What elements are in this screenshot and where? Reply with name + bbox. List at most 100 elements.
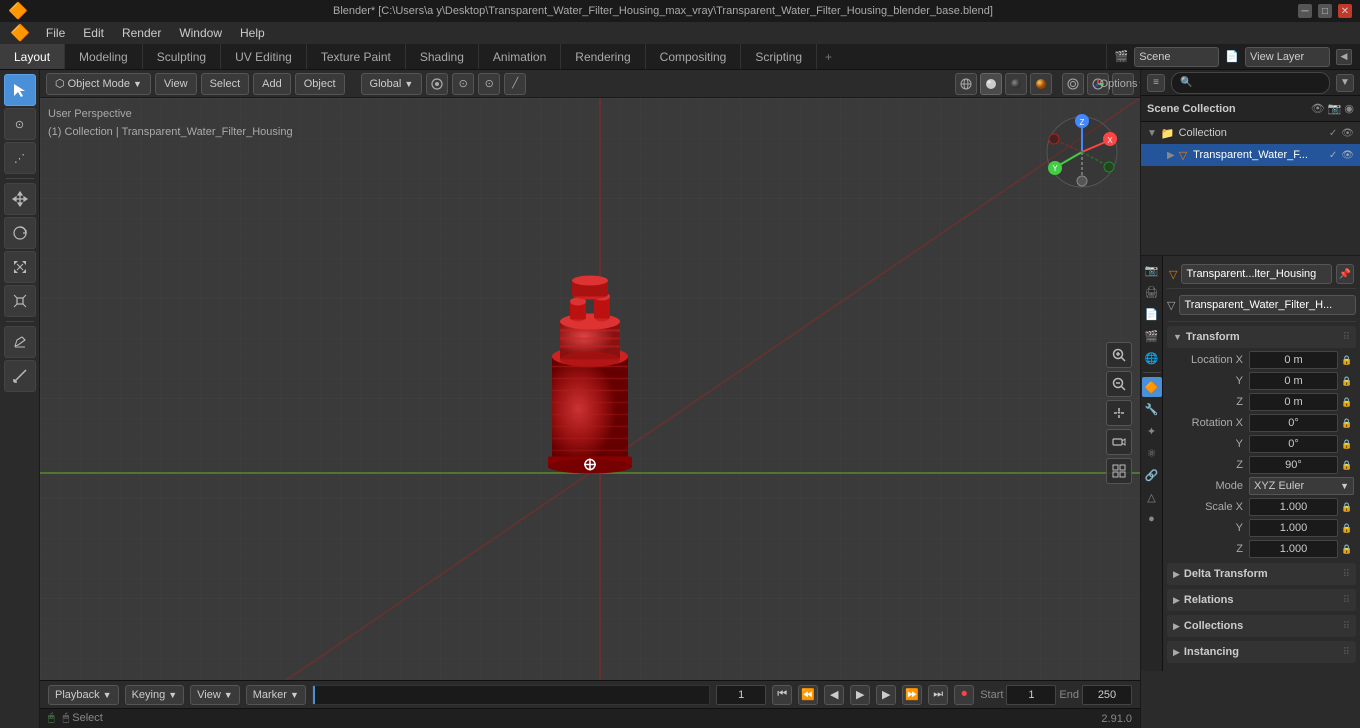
tab-layout[interactable]: Layout: [0, 44, 65, 69]
add-menu[interactable]: Add: [253, 73, 291, 95]
tab-animation[interactable]: Animation: [479, 44, 561, 69]
scale-x-field[interactable]: 1.000: [1249, 498, 1338, 516]
transport-next-button[interactable]: ⏩: [902, 685, 922, 705]
snap-toggle[interactable]: [426, 73, 448, 95]
record-button[interactable]: ⏺: [954, 685, 974, 705]
transform-orientation-dropdown[interactable]: Global ▼: [361, 73, 423, 95]
collections-header[interactable]: ▶ Collections ⠿: [1167, 615, 1356, 637]
transport-prev-button[interactable]: ⏪: [798, 685, 818, 705]
prop-icon-world[interactable]: 🌐: [1142, 348, 1162, 368]
tool-annotate[interactable]: [4, 326, 36, 358]
prop-icon-scene[interactable]: 🎬: [1142, 326, 1162, 346]
object-expand-icon[interactable]: ▶: [1167, 150, 1175, 161]
tool-transform[interactable]: [4, 285, 36, 317]
location-x-lock[interactable]: 🔒: [1340, 351, 1354, 369]
grid-toggle-button[interactable]: [1106, 458, 1132, 484]
prop-icon-material[interactable]: ●: [1142, 509, 1162, 529]
object-mode-dropdown[interactable]: ⬡ Object Mode ▼: [46, 73, 151, 95]
transport-prev-frame-button[interactable]: ◀: [824, 685, 844, 705]
pan-button[interactable]: [1106, 400, 1132, 426]
outliner-item-collection[interactable]: ▼ 📁 Collection ✓ 👁: [1141, 122, 1360, 144]
add-workspace-button[interactable]: +: [817, 44, 840, 69]
tool-move[interactable]: [4, 183, 36, 215]
scale-y-field[interactable]: 1.000: [1249, 519, 1338, 537]
relations-header[interactable]: ▶ Relations ⠿: [1167, 589, 1356, 611]
frame-current-field[interactable]: 1: [716, 685, 766, 705]
outliner-search[interactable]: 🔍: [1171, 72, 1330, 94]
instancing-header[interactable]: ▶ Instancing ⠿: [1167, 641, 1356, 663]
keying-dropdown[interactable]: Keying ▼: [125, 685, 185, 705]
prop-icon-render[interactable]: 📷: [1142, 260, 1162, 280]
transport-next-frame-button[interactable]: ▶: [876, 685, 896, 705]
tab-texture-paint[interactable]: Texture Paint: [307, 44, 406, 69]
scene-selector[interactable]: Scene: [1134, 47, 1219, 67]
marker-dropdown[interactable]: Marker ▼: [246, 685, 306, 705]
tool-select-box[interactable]: [4, 74, 36, 106]
shading-wireframe[interactable]: [955, 73, 977, 95]
menu-help[interactable]: Help: [232, 24, 273, 42]
timeline-view-dropdown[interactable]: View ▼: [190, 685, 240, 705]
tool-rotate[interactable]: [4, 217, 36, 249]
object-check-icon[interactable]: ✓: [1329, 150, 1337, 161]
location-y-field[interactable]: 0 m: [1249, 372, 1338, 390]
rotation-mode-dropdown[interactable]: XYZ Euler ▼: [1249, 477, 1354, 495]
close-button[interactable]: ✕: [1338, 4, 1352, 18]
prop-icon-data[interactable]: △: [1142, 487, 1162, 507]
transform-header[interactable]: ▼ Transform ⠿: [1167, 326, 1356, 348]
prop-icon-constraints[interactable]: 🔗: [1142, 465, 1162, 485]
transport-start-button[interactable]: ⏮: [772, 685, 792, 705]
snap-settings[interactable]: ⊙: [452, 73, 474, 95]
object-name-field[interactable]: Transparent...lter_Housing: [1181, 264, 1332, 284]
prop-icon-modifiers[interactable]: 🔧: [1142, 399, 1162, 419]
options-dropdown[interactable]: Options ▼: [1112, 73, 1134, 95]
navigation-gizmo[interactable]: Z X Y: [1042, 112, 1122, 192]
scale-z-field[interactable]: 1.000: [1249, 540, 1338, 558]
outliner-eye-icon[interactable]: 👁: [1311, 102, 1325, 115]
rotation-x-field[interactable]: 0°: [1249, 414, 1338, 432]
menu-edit[interactable]: Edit: [75, 24, 112, 42]
select-menu[interactable]: Select: [201, 73, 250, 95]
prop-icon-object[interactable]: 🔶: [1142, 377, 1162, 397]
view-menu[interactable]: View: [155, 73, 197, 95]
shading-rendered[interactable]: [1030, 73, 1052, 95]
proportional-edit-toggle[interactable]: ⊙: [478, 73, 500, 95]
tab-uv-editing[interactable]: UV Editing: [221, 44, 307, 69]
rotation-x-lock[interactable]: 🔒: [1340, 414, 1354, 432]
rotation-y-lock[interactable]: 🔒: [1340, 435, 1354, 453]
shading-solid[interactable]: [980, 73, 1002, 95]
prop-icon-particles[interactable]: ✦: [1142, 421, 1162, 441]
minimize-button[interactable]: ─: [1298, 4, 1312, 18]
object-pin-button[interactable]: 📌: [1336, 264, 1354, 284]
tab-sculpting[interactable]: Sculpting: [143, 44, 221, 69]
tab-modeling[interactable]: Modeling: [65, 44, 143, 69]
playback-dropdown[interactable]: Playback ▼: [48, 685, 119, 705]
rotation-z-field[interactable]: 90°: [1249, 456, 1338, 474]
collection-check-icon[interactable]: ✓: [1329, 128, 1337, 139]
delta-transform-header[interactable]: ▶ Delta Transform ⠿: [1167, 563, 1356, 585]
menu-file[interactable]: File: [38, 24, 73, 42]
prop-icon-output[interactable]: 🖨: [1142, 282, 1162, 302]
outliner-camera-icon[interactable]: 📷: [1328, 102, 1342, 115]
location-z-field[interactable]: 0 m: [1249, 393, 1338, 411]
frame-start-field[interactable]: 1: [1006, 685, 1056, 705]
outliner-item-object[interactable]: ▶ ▽ Transparent_Water_F... ✓ 👁: [1141, 144, 1360, 166]
zoom-out-button[interactable]: [1106, 371, 1132, 397]
tab-scripting[interactable]: Scripting: [741, 44, 817, 69]
tool-select-circle[interactable]: ⊙: [4, 108, 36, 140]
tab-shading[interactable]: Shading: [406, 44, 479, 69]
object-menu[interactable]: Object: [295, 73, 345, 95]
outliner-render-icon[interactable]: ◉: [1344, 102, 1354, 115]
scale-y-lock[interactable]: 🔒: [1340, 519, 1354, 537]
transport-end-button[interactable]: ⏭: [928, 685, 948, 705]
mesh-name-field[interactable]: Transparent_Water_Filter_H...: [1179, 295, 1356, 315]
location-z-lock[interactable]: 🔒: [1340, 393, 1354, 411]
proportional-falloff-dropdown[interactable]: ╱: [504, 73, 526, 95]
view-layer-selector[interactable]: View Layer: [1245, 47, 1330, 67]
shading-material[interactable]: [1005, 73, 1027, 95]
scene-panel-toggle[interactable]: ◀: [1336, 49, 1352, 65]
zoom-in-button[interactable]: [1106, 342, 1132, 368]
viewport-canvas[interactable]: User Perspective (1) Collection | Transp…: [40, 98, 1140, 728]
rotation-z-lock[interactable]: 🔒: [1340, 456, 1354, 474]
tool-measure[interactable]: [4, 360, 36, 392]
collection-hide-icon[interactable]: 👁: [1341, 128, 1354, 139]
